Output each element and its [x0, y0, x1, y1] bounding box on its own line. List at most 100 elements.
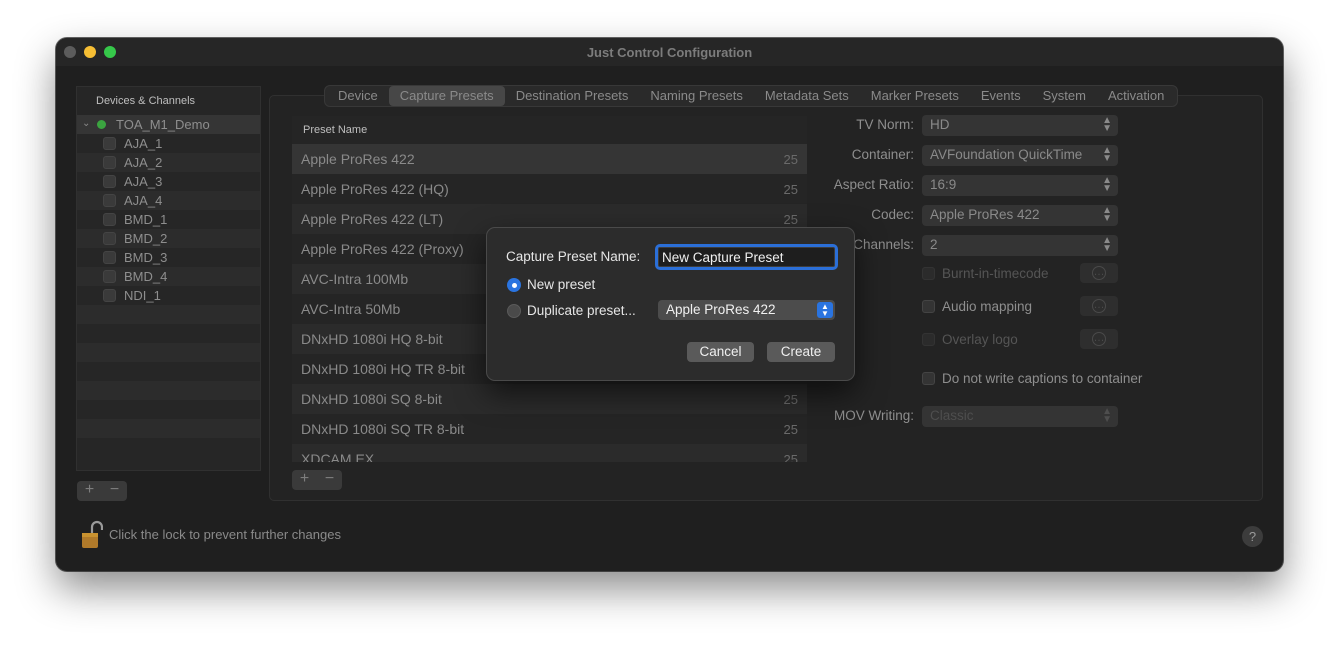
preset-name: DNxHD 1080i HQ 8-bit [301, 331, 443, 347]
tab-events[interactable]: Events [970, 86, 1032, 106]
tab-metadata-sets[interactable]: Metadata Sets [754, 86, 860, 106]
channels-popup[interactable]: 2 ▲ ▼ [922, 235, 1118, 256]
channel-checkbox[interactable] [103, 232, 116, 245]
tab-system[interactable]: System [1032, 86, 1097, 106]
tab-activation[interactable]: Activation [1097, 86, 1175, 106]
preset-name: Apple ProRes 422 (HQ) [301, 181, 449, 197]
preset-fps: 25 [783, 452, 798, 462]
up-down-arrows-icon: ▲ ▼ [1102, 235, 1112, 254]
mov-writing-popup[interactable]: Classic ▲ ▼ [922, 406, 1118, 427]
tv-norm-popup[interactable]: HD ▲ ▼ [922, 115, 1118, 136]
preset-name-column-header[interactable]: Preset Name [303, 124, 367, 136]
devices-header: Devices & Channels [96, 95, 196, 107]
channel-row-bmd-2[interactable]: BMD_2 [77, 229, 260, 248]
devices-panel: Devices & Channels ⌄ TOA_M1_Demo AJA_1 A… [76, 86, 261, 471]
tv-norm-value: HD [930, 117, 950, 132]
channel-row-ndi-1[interactable]: NDI_1 [77, 286, 260, 305]
chevron-down-icon[interactable]: ⌄ [82, 118, 90, 129]
add-preset-button[interactable]: + [292, 470, 317, 488]
duplicate-source-popup[interactable]: Apple ProRes 422 ▲ ▼ [658, 300, 835, 320]
add-device-button[interactable]: + [77, 481, 102, 499]
up-down-arrows-icon: ▲ ▼ [1102, 115, 1112, 134]
remove-preset-button[interactable]: − [317, 470, 342, 488]
duplicate-preset-radio[interactable] [507, 304, 521, 318]
channel-label: AJA_2 [124, 155, 163, 170]
tab-destination-presets[interactable]: Destination Presets [505, 86, 640, 106]
channel-row-aja-3[interactable]: AJA_3 [77, 172, 260, 191]
ellipsis-icon: … [1092, 299, 1106, 313]
new-preset-label[interactable]: New preset [527, 277, 595, 292]
tv-norm-label: TV Norm: [856, 117, 914, 132]
cancel-button[interactable]: Cancel [687, 342, 754, 362]
channel-checkbox[interactable] [103, 270, 116, 283]
channel-checkbox[interactable] [103, 156, 116, 169]
container-label: Container: [851, 147, 914, 162]
channel-checkbox[interactable] [103, 213, 116, 226]
audio-mapping-checkbox[interactable] [922, 300, 935, 313]
mov-writing-value: Classic [930, 408, 974, 423]
channel-label: BMD_3 [124, 250, 168, 265]
preset-fps: 25 [783, 392, 798, 407]
duplicate-preset-label[interactable]: Duplicate preset... [527, 303, 636, 318]
overlay-logo-checkbox[interactable] [922, 333, 935, 346]
title-bar: Just Control Configuration [56, 38, 1283, 66]
tab-naming-presets[interactable]: Naming Presets [639, 86, 753, 106]
preset-name: AVC-Intra 100Mb [301, 271, 409, 287]
container-popup[interactable]: AVFoundation QuickTime ▲ ▼ [922, 145, 1118, 166]
preset-row[interactable]: XDCAM EX 25 [292, 444, 807, 462]
preset-row[interactable]: Apple ProRes 422 25 [292, 144, 807, 174]
aspect-ratio-label: Aspect Ratio: [833, 177, 914, 192]
preset-name-input[interactable] [655, 244, 838, 270]
new-capture-preset-dialog: Capture Preset Name: New preset Duplicat… [486, 227, 855, 381]
remove-device-button[interactable]: − [102, 481, 127, 499]
preset-row[interactable]: Apple ProRes 422 (HQ) 25 [292, 174, 807, 204]
channel-row-bmd-3[interactable]: BMD_3 [77, 248, 260, 267]
up-down-arrows-icon: ▲ ▼ [1102, 205, 1112, 224]
ellipsis-icon: … [1092, 266, 1106, 280]
preset-name: Apple ProRes 422 (LT) [301, 211, 444, 227]
help-button[interactable]: ? [1242, 526, 1263, 547]
channel-row-bmd-1[interactable]: BMD_1 [77, 210, 260, 229]
channels-value: 2 [930, 237, 938, 252]
preset-row[interactable]: DNxHD 1080i SQ 8-bit 25 [292, 384, 807, 414]
channel-checkbox[interactable] [103, 194, 116, 207]
tab-device[interactable]: Device [327, 86, 389, 106]
device-row-toa-m1-demo[interactable]: ⌄ TOA_M1_Demo [77, 115, 260, 134]
preset-row[interactable]: DNxHD 1080i SQ TR 8-bit 25 [292, 414, 807, 444]
channel-checkbox[interactable] [103, 175, 116, 188]
channel-label: NDI_1 [124, 288, 161, 303]
tab-capture-presets[interactable]: Capture Presets [388, 86, 505, 106]
burnin-timecode-label: Burnt-in-timecode [942, 266, 1049, 281]
overlay-logo-label: Overlay logo [942, 332, 1018, 347]
channel-checkbox[interactable] [103, 137, 116, 150]
preset-name: Apple ProRes 422 (Proxy) [301, 241, 464, 257]
burnin-settings-button[interactable]: … [1080, 263, 1118, 283]
tab-marker-presets[interactable]: Marker Presets [860, 86, 970, 106]
codec-popup[interactable]: Apple ProRes 422 ▲ ▼ [922, 205, 1118, 226]
overlay-logo-settings-button[interactable]: … [1080, 329, 1118, 349]
window-title: Just Control Configuration [586, 45, 753, 60]
channel-checkbox[interactable] [103, 251, 116, 264]
create-button[interactable]: Create [767, 342, 835, 362]
preset-name-label: Capture Preset Name: [506, 249, 641, 264]
preset-fps: 25 [783, 422, 798, 437]
preset-name: DNxHD 1080i SQ 8-bit [301, 391, 442, 407]
no-captions-checkbox[interactable] [922, 372, 935, 385]
new-preset-radio[interactable] [507, 278, 521, 292]
channel-row-bmd-4[interactable]: BMD_4 [77, 267, 260, 286]
unlocked-padlock-icon[interactable] [81, 520, 103, 550]
codec-label: Codec: [871, 207, 914, 222]
channel-label: AJA_3 [124, 174, 163, 189]
burnin-timecode-checkbox[interactable] [922, 267, 935, 280]
presets-add-remove-control: + − [292, 470, 342, 490]
up-down-arrows-icon: ▲ ▼ [817, 302, 833, 318]
channel-checkbox[interactable] [103, 289, 116, 302]
channel-row-aja-2[interactable]: AJA_2 [77, 153, 260, 172]
ellipsis-icon: … [1092, 332, 1106, 346]
channel-row-aja-4[interactable]: AJA_4 [77, 191, 260, 210]
aspect-ratio-popup[interactable]: 16:9 ▲ ▼ [922, 175, 1118, 196]
aspect-ratio-value: 16:9 [930, 177, 957, 192]
audio-mapping-settings-button[interactable]: … [1080, 296, 1118, 316]
preset-name: DNxHD 1080i SQ TR 8-bit [301, 421, 465, 437]
channel-row-aja-1[interactable]: AJA_1 [77, 134, 260, 153]
